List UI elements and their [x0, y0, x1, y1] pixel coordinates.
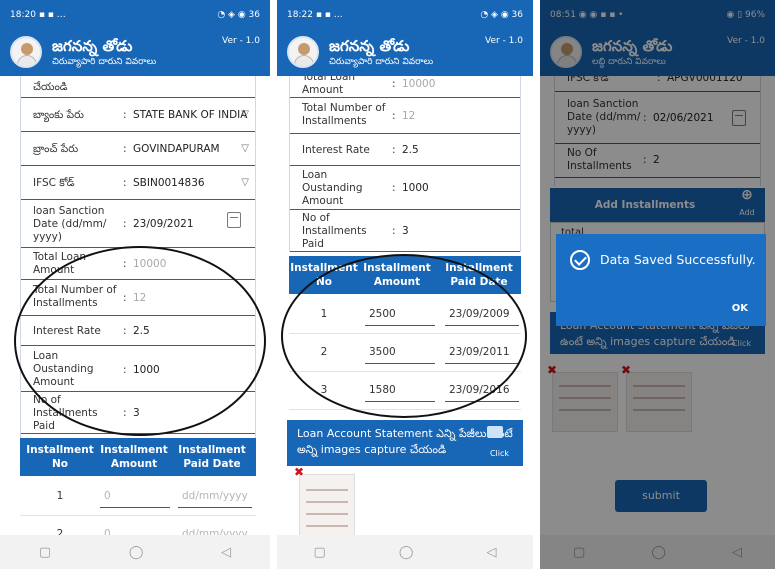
android-nav-bar: ▢ ◯ ◁	[277, 535, 533, 569]
status-time: 18:20	[10, 10, 36, 20]
header-date: Installment Paid Date	[178, 444, 246, 470]
amount-input[interactable]: 0	[100, 486, 170, 508]
bank-select[interactable]: STATE BANK OF INDIA	[133, 109, 247, 121]
field-label: No of Installments Paid	[302, 212, 367, 250]
field-label: Interest Rate	[302, 144, 370, 156]
captured-image-thumbnail[interactable]: ✖	[294, 465, 355, 535]
app-version: Ver - 1.0	[485, 36, 523, 46]
back-icon[interactable]: ◁	[221, 545, 231, 560]
android-nav-bar: ▢ ◯ ◁	[0, 535, 270, 569]
field-bank-name[interactable]: బ్యాంకు పేరు : STATE BANK OF INDIA ▽	[21, 98, 255, 132]
installments-paid-input[interactable]: 3	[402, 225, 409, 237]
field-installments-paid[interactable]: No of Installments Paid : 3	[290, 210, 520, 252]
statement-capture-bar[interactable]: Loan Account Statement ఎన్ని పేజీలు ఉంటే…	[287, 420, 523, 466]
status-time: 18:22	[287, 10, 313, 20]
app-title: జగనన్న తోడు	[329, 37, 410, 55]
field-label: loan Sanction Date (dd/mm/ yyyy)	[33, 205, 107, 243]
camera-icon[interactable]	[487, 426, 503, 438]
app-title: జగనన్న తోడు	[52, 37, 133, 55]
field-label: Loan Oustanding Amount	[302, 169, 363, 207]
field-ifsc[interactable]: IFSC కోడ్ : SBIN0014836 ▽	[21, 166, 255, 200]
statement-label: Loan Account Statement ఎన్ని పేజీలు ఉంటే…	[297, 427, 513, 456]
interest-rate-input[interactable]: 2.5	[402, 144, 419, 156]
field-loan-amount: Total Loan Amount : 10000	[290, 76, 520, 98]
sanction-date-input[interactable]: 23/09/2021	[133, 218, 194, 230]
app-header: జగనన్న తోడు చిరువ్యాపారి దారుని వివరాలు …	[0, 30, 270, 76]
calendar-icon[interactable]	[227, 212, 241, 228]
table-row: 1 0 dd/mm/yyyy	[20, 478, 256, 516]
row-no: 1	[56, 490, 64, 502]
phone-screen-2: 18:22 ▪ ▪ … ◔ ◈ ◉ 36 జగనన్న తోడు చిరువ్య…	[277, 0, 533, 569]
row-no: 2	[56, 528, 64, 535]
chevron-down-icon[interactable]: ▽	[241, 177, 249, 188]
status-right-icons: ◔ ◈ ◉ 36	[217, 10, 260, 20]
home-icon[interactable]: ◯	[129, 545, 144, 560]
signal-icons: ▪ ▪ …	[315, 10, 343, 20]
success-dialog: Data Saved Successfully. OK	[556, 234, 766, 326]
app-subtitle: చిరువ్యాపారి దారుని వివరాలు	[329, 57, 434, 67]
chevron-down-icon[interactable]: ▽	[241, 109, 249, 120]
amount-input[interactable]: 0	[100, 524, 170, 535]
delete-icon[interactable]: ✖	[294, 465, 304, 479]
date-input[interactable]: dd/mm/yyyy	[178, 486, 252, 508]
status-bar: 18:22 ▪ ▪ … ◔ ◈ ◉ 36	[277, 0, 533, 30]
field-label: Total Number of Installments	[302, 102, 386, 127]
status-right-icons: ◔ ◈ ◉ 36	[480, 10, 523, 20]
field-branch-name[interactable]: బ్రాంచ్ పేరు : GOVINDAPURAM ▽	[21, 132, 255, 166]
field-outstanding[interactable]: Loan Oustanding Amount : 1000	[290, 166, 520, 210]
header-amount: Installment Amount	[100, 444, 168, 470]
recent-apps-icon[interactable]: ▢	[314, 545, 326, 560]
recent-apps-icon[interactable]: ▢	[39, 545, 51, 560]
ok-button[interactable]: OK	[732, 303, 748, 314]
field-label: Total Loan Amount	[302, 76, 356, 96]
loan-amount-value: 10000	[402, 78, 436, 90]
installments-value: 12	[402, 110, 416, 122]
field-label: బ్రాంచ్ పేరు	[33, 143, 79, 155]
field-interest-rate[interactable]: Interest Rate : 2.5	[290, 134, 520, 166]
app-header: జగనన్న తోడు చిరువ్యాపారి దారుని వివరాలు …	[277, 30, 533, 76]
field-sanction-date[interactable]: loan Sanction Date (dd/mm/ yyyy) : 23/09…	[21, 200, 255, 248]
chevron-down-icon[interactable]: ▽	[241, 143, 249, 154]
table-row: 2 0 dd/mm/yyyy	[20, 516, 256, 535]
installment-table-header: Installment No Installment Amount Instal…	[20, 438, 256, 476]
annotation-circle	[14, 246, 266, 436]
screenshot-collage: 18:20 ▪ ▪ … ◔ ◈ ◉ 36 జగనన్న తోడు చిరువ్య…	[0, 0, 775, 569]
phone-screen-1: 18:20 ▪ ▪ … ◔ ◈ ◉ 36 జగనన్న తోడు చిరువ్య…	[0, 0, 270, 569]
app-version: Ver - 1.0	[222, 36, 260, 46]
check-circle-icon	[570, 250, 590, 270]
status-bar: 18:20 ▪ ▪ … ◔ ◈ ◉ 36	[0, 0, 270, 30]
field-total-installments: Total Number of Installments : 12	[290, 98, 520, 134]
dialog-message: Data Saved Successfully.	[600, 252, 756, 267]
date-input[interactable]: dd/mm/yyyy	[178, 524, 252, 535]
back-icon[interactable]: ◁	[486, 545, 496, 560]
click-label[interactable]: Click	[490, 446, 509, 462]
branch-select[interactable]: GOVINDAPURAM	[133, 143, 220, 155]
ifsc-select[interactable]: SBIN0014836	[133, 177, 205, 189]
header-no: Installment No	[26, 444, 94, 470]
app-logo	[10, 36, 42, 68]
field-label: చేయండి	[33, 81, 68, 93]
annotation-circle	[281, 254, 527, 418]
home-icon[interactable]: ◯	[399, 545, 414, 560]
field-partial: చేయండి	[21, 76, 255, 98]
app-logo	[287, 36, 319, 68]
outstanding-input[interactable]: 1000	[402, 182, 429, 194]
signal-icons: ▪ ▪ …	[38, 10, 66, 20]
form-card: Total Loan Amount : 10000 Total Number o…	[289, 76, 521, 252]
field-label: IFSC కోడ్	[33, 177, 75, 189]
field-label: బ్యాంకు పేరు	[33, 109, 84, 121]
app-subtitle: చిరువ్యాపారి దారుని వివరాలు	[52, 57, 157, 67]
